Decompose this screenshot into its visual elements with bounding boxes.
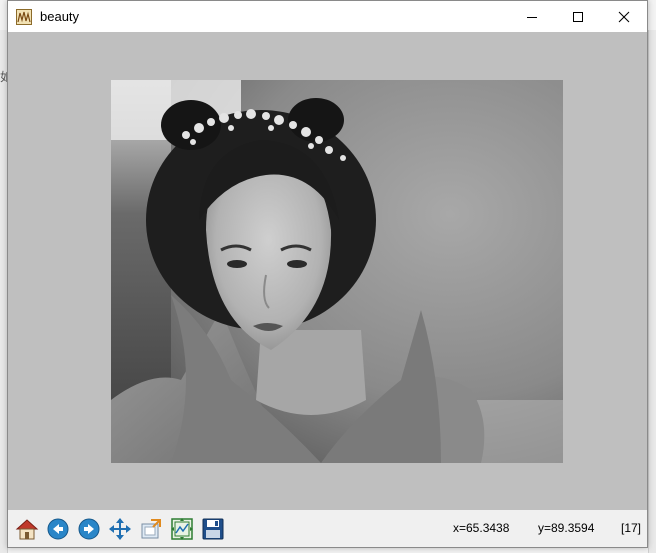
- zoom-rect-icon: [141, 518, 161, 538]
- pixel-value-readout: [17]: [621, 521, 642, 535]
- floppy-disk-icon: [202, 518, 223, 539]
- minimize-icon: [527, 16, 537, 18]
- x-coordinate-readout: x=65.3438: [453, 521, 510, 535]
- background-app-right-edge: [648, 30, 656, 553]
- y-coordinate-readout: y=89.3594: [538, 521, 595, 535]
- maximize-button[interactable]: [555, 1, 601, 32]
- figure-window: beauty x=65.3438 y=89.3594 [17]: [7, 0, 648, 548]
- close-icon: [618, 11, 630, 22]
- forward-button[interactable]: [74, 514, 103, 543]
- pan-button[interactable]: [105, 514, 134, 543]
- navigation-toolbar: x=65.3438 y=89.3594 [17]: [8, 510, 647, 547]
- subplots-icon: [170, 517, 193, 540]
- maximize-icon: [573, 11, 583, 22]
- window-controls: [509, 1, 647, 32]
- close-button[interactable]: [601, 1, 647, 32]
- app-icon: [16, 8, 32, 25]
- minimize-button[interactable]: [509, 1, 555, 32]
- portrait-drawing: [111, 80, 563, 463]
- figure-canvas[interactable]: [8, 32, 647, 510]
- home-icon: [15, 518, 38, 539]
- zoom-button[interactable]: [136, 514, 165, 543]
- save-button[interactable]: [198, 514, 227, 543]
- home-button[interactable]: [12, 514, 41, 543]
- forward-arrow-icon: [78, 518, 99, 539]
- configure-subplots-button[interactable]: [167, 514, 196, 543]
- back-button[interactable]: [43, 514, 72, 543]
- title-bar[interactable]: beauty: [8, 1, 647, 32]
- grayscale-portrait-image[interactable]: [111, 80, 563, 463]
- pan-arrows-icon: [108, 517, 131, 540]
- back-arrow-icon: [47, 518, 68, 539]
- window-title: beauty: [40, 9, 80, 24]
